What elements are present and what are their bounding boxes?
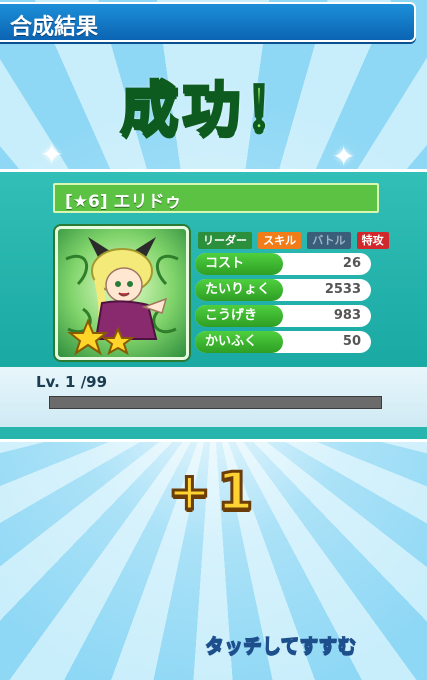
stat-label: コスト xyxy=(195,253,283,275)
stat-label: かいふく xyxy=(195,331,283,353)
stat-cost: コスト 26 xyxy=(195,253,371,275)
tag-skill: スキル xyxy=(258,232,302,249)
success-banner: 成功！ xyxy=(119,74,307,145)
title-bar: 合成結果 xyxy=(0,2,416,42)
plus-bonus: +1 xyxy=(166,461,260,524)
tag-special-attack: 特攻 xyxy=(356,232,389,249)
sparkle-icon: ✦ xyxy=(40,138,64,171)
tag-leader: リーダー xyxy=(198,232,252,249)
monster-portrait[interactable] xyxy=(55,226,189,360)
stat-value: 2533 xyxy=(324,282,361,297)
monster-name-bar: [★6] エリドゥ xyxy=(53,183,379,213)
stat-label: たいりょく xyxy=(195,279,283,301)
monster-portrait-art xyxy=(65,237,179,356)
tag-battle: バトル xyxy=(307,232,351,249)
stat-attack: こうげき 983 xyxy=(195,305,371,327)
monster-panel: [★6] エリドゥ リーダー スキル バトル 特攻 コスト 26 たいりょく 2… xyxy=(0,169,427,370)
stat-value: 983 xyxy=(333,308,361,323)
ability-tags: リーダー スキル バトル 特攻 xyxy=(198,229,390,249)
level-progress-bar xyxy=(49,396,382,409)
level-band-bottom xyxy=(0,427,427,442)
stat-label: こうげき xyxy=(195,305,283,327)
touch-to-continue[interactable]: タッチしてすすむ xyxy=(204,631,356,658)
stat-hp: たいりょく 2533 xyxy=(195,279,371,301)
monster-name: [★6] エリドゥ xyxy=(65,192,182,212)
page-title: 合成結果 xyxy=(10,15,99,40)
stat-recovery: かいふく 50 xyxy=(195,331,371,353)
level-text: Lv. 1 /99 xyxy=(36,373,108,391)
stat-value: 26 xyxy=(342,256,361,271)
stat-value: 50 xyxy=(342,334,361,349)
